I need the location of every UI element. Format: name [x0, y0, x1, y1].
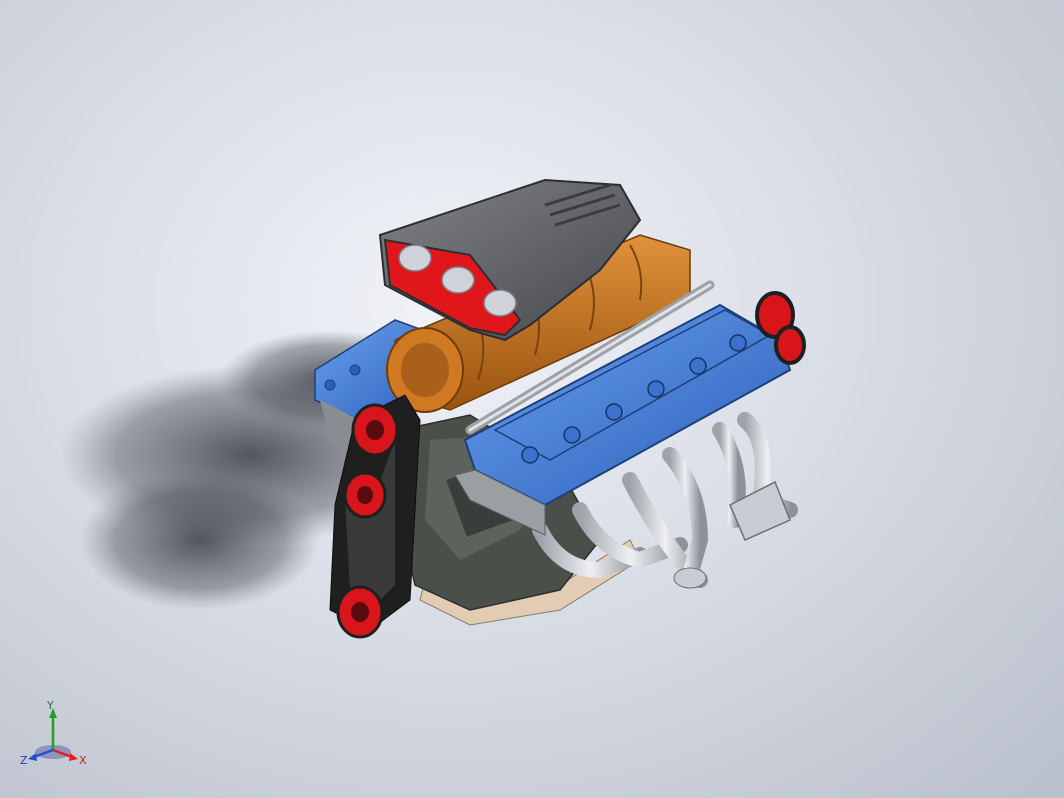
y-axis-label: Y [46, 700, 54, 712]
crank-pulley [336, 585, 384, 639]
z-axis-label: Z [20, 754, 28, 767]
z-axis-arrow [28, 753, 37, 761]
x-axis-arrow [69, 753, 78, 761]
supercharger-pulley [351, 403, 399, 457]
graphics-viewport[interactable]: Y X Z [0, 0, 1064, 798]
idler-pulley [343, 471, 387, 519]
x-axis-label: X [79, 754, 87, 767]
engine-model[interactable] [0, 0, 1064, 798]
view-orientation-triad[interactable]: Y X Z [18, 700, 88, 772]
